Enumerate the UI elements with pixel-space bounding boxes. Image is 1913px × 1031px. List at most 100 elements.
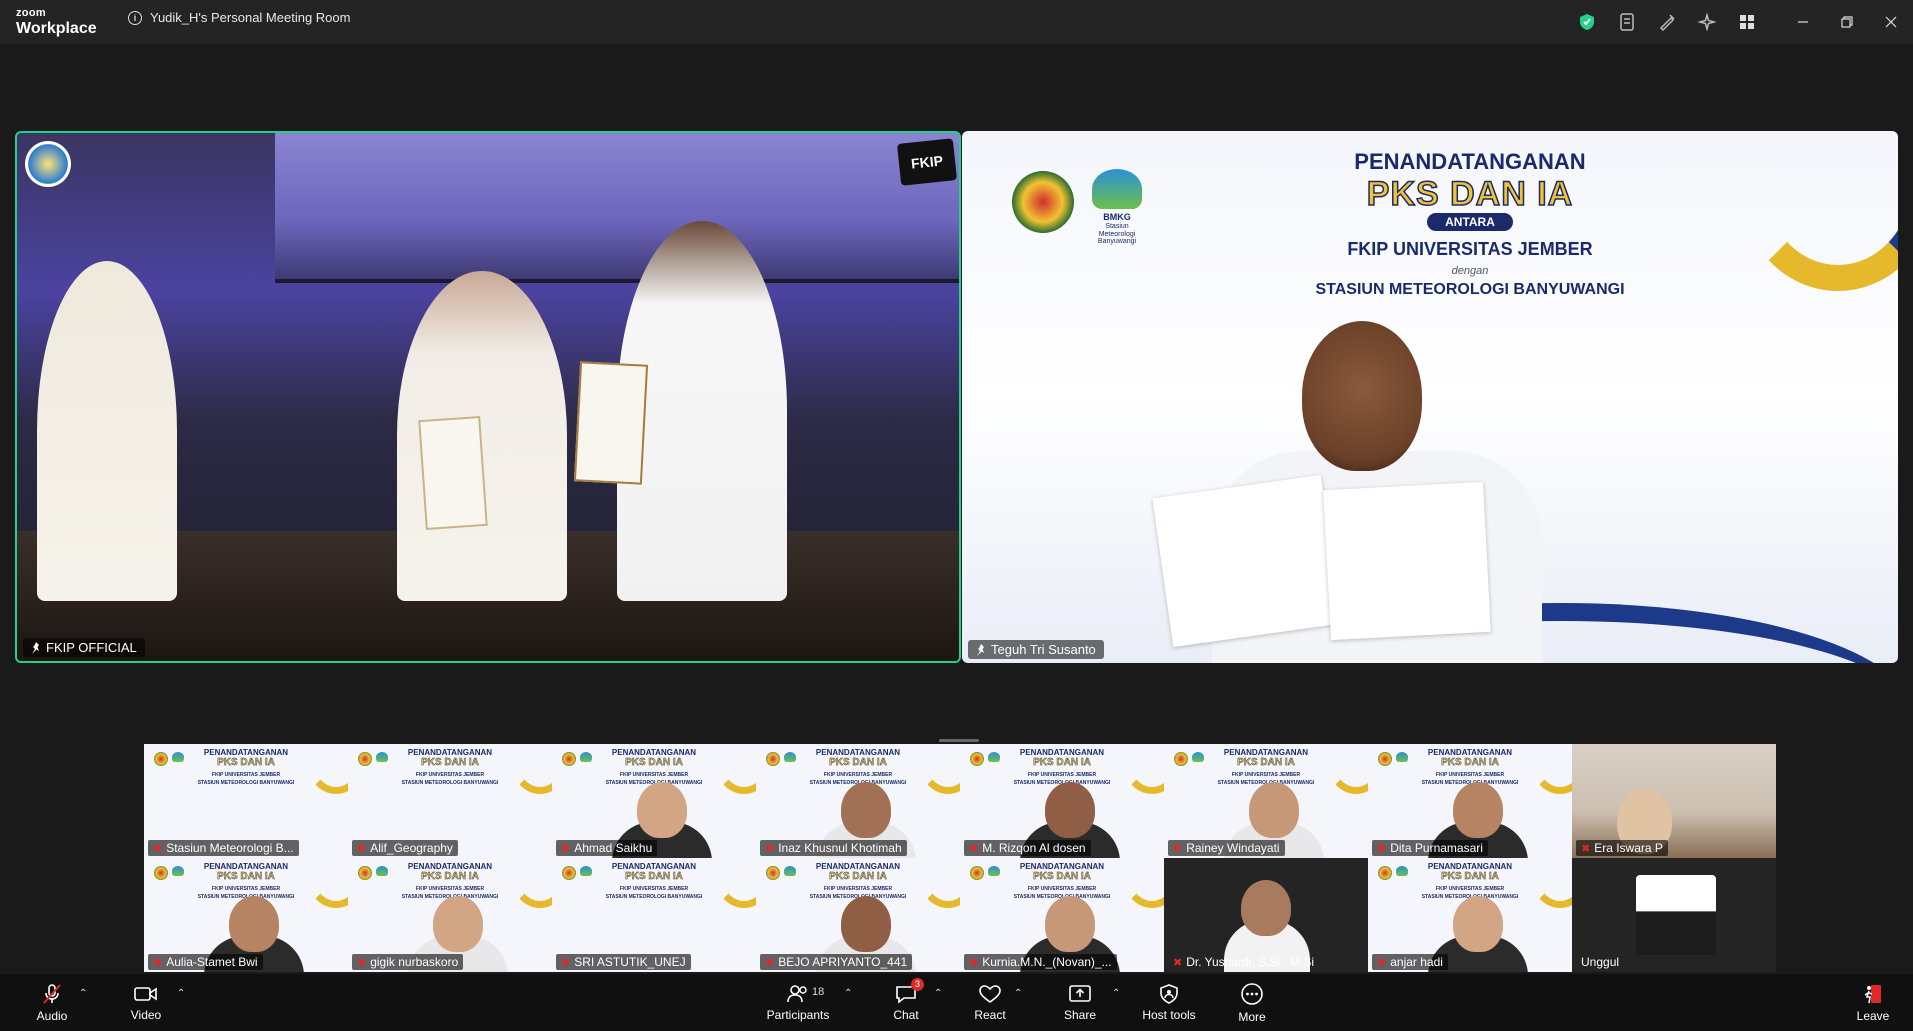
video-options-caret[interactable]: ⌃ — [177, 988, 185, 999]
audio-label: Audio — [36, 1008, 68, 1023]
participant-tile[interactable]: PENANDATANGANAN PKS DAN IA FKIP UNIVERSITA… — [1368, 744, 1572, 858]
participant-name: Dita Purnamasari — [1390, 841, 1483, 855]
chat-options-caret[interactable]: ⌃ — [934, 988, 942, 999]
participant-name: anjar hadi — [1390, 955, 1443, 969]
thumb-banner-title: PENANDATANGANAN — [203, 862, 289, 871]
strip-drag-handle[interactable] — [939, 739, 979, 742]
mic-muted-icon: ✖ — [1377, 842, 1387, 855]
ai-companion-icon[interactable] — [1687, 0, 1727, 44]
security-shield-icon[interactable] — [1567, 0, 1607, 44]
thumb-banner-title: PENANDATANGANAN — [407, 862, 493, 871]
participant-name: Kurnia.M.N._(Novan)_... — [982, 955, 1112, 969]
university-logo — [25, 141, 71, 187]
thumb-banner-pks: PKS DAN IA — [1441, 871, 1499, 882]
room-screen: FKIP — [275, 133, 959, 283]
leave-label: Leave — [1856, 1008, 1890, 1023]
mic-muted-icon: ✖ — [969, 956, 979, 969]
speaker-face — [1302, 321, 1422, 471]
participant-tile[interactable]: PENANDATANGANAN PKS DAN IA FKIP UNIVERSITA… — [960, 744, 1164, 858]
participant-face — [1241, 880, 1291, 936]
participant-face — [637, 782, 687, 838]
audio-button[interactable]: Audio — [34, 974, 70, 1031]
thumb-banner-title: PENANDATANGANAN — [1427, 748, 1513, 757]
participant-tile[interactable]: PENANDATANGANAN PKS DAN IA FKIP UNIVERSITA… — [552, 744, 756, 858]
participants-options-caret[interactable]: ⌃ — [844, 988, 852, 999]
thumb-banner-title: PENANDATANGANAN — [203, 748, 289, 757]
participants-label: Participants — [766, 1007, 830, 1022]
participant-tile[interactable]: PENANDATANGANAN PKS DAN IA FKIP UNIVERSITA… — [144, 744, 348, 858]
thumb-banner-title: PENANDATANGANAN — [407, 748, 493, 757]
thumb-banner-sub1: FKIP UNIVERSITAS JEMBER — [1435, 886, 1505, 892]
participant-name-tag: FKIP OFFICIAL — [23, 638, 145, 657]
participant-tile[interactable]: PENANDATANGANAN PKS DAN IA FKIP UNIVERSITA… — [960, 858, 1164, 972]
thumb-banner-title: PENANDATANGANAN — [815, 748, 901, 757]
participant-face — [841, 782, 891, 838]
video-tile-teguh-tri-susanto[interactable]: BMKG Stasiun Meteorologi Banyuwangi PENA… — [962, 131, 1898, 663]
meeting-toolbar: Audio ⌃ Video ⌃ Participants 18 ⌃ Chat 3… — [0, 974, 1913, 1031]
participants-button[interactable]: Participants — [762, 974, 834, 1031]
restore-button[interactable] — [1825, 0, 1869, 44]
react-button[interactable]: React — [972, 974, 1008, 1031]
thumb-banner-sub1: FKIP UNIVERSITAS JEMBER — [619, 886, 689, 892]
mic-muted-icon: ✖ — [153, 956, 163, 969]
thumb-banner-pks: PKS DAN IA — [217, 757, 275, 768]
participant-name-label: ✖ Dita Purnamasari — [1372, 840, 1488, 856]
banner-line6: STASIUN METEOROLOGI BANYUWANGI — [1315, 281, 1625, 298]
thumb-banner-pks: PKS DAN IA — [625, 871, 683, 882]
share-button[interactable]: Share — [1062, 974, 1098, 1031]
mic-muted-icon: ✖ — [1173, 956, 1183, 969]
meeting-stage: FKIP FKIP OFFICIAL BMKG Stasiun Meteorol… — [0, 44, 1913, 974]
participant-name-tag: Teguh Tri Susanto — [968, 640, 1104, 659]
annotate-icon[interactable] — [1647, 0, 1687, 44]
participant-tile[interactable]: PENANDATANGANAN PKS DAN IA FKIP UNIVERSITA… — [144, 858, 348, 972]
mic-muted-icon: ✖ — [1581, 842, 1591, 855]
meeting-info[interactable]: i Yudik_H's Personal Meeting Room — [128, 10, 350, 25]
participant-tile[interactable]: PENANDATANGANAN PKS DAN IA FKIP UNIVERSITA… — [1164, 744, 1368, 858]
minimize-button[interactable] — [1781, 0, 1825, 44]
notes-icon[interactable] — [1607, 0, 1647, 44]
thumb-banner-sub1: FKIP UNIVERSITAS JEMBER — [211, 772, 281, 778]
thumb-banner-sub1: FKIP UNIVERSITAS JEMBER — [211, 886, 281, 892]
participant-tile[interactable]: PENANDATANGANAN PKS DAN IA FKIP UNIVERSITA… — [756, 858, 960, 972]
more-button[interactable]: More — [1234, 974, 1270, 1031]
participant-tile[interactable]: PENANDATANGANAN PKS DAN IA FKIP UNIVERSITA… — [552, 858, 756, 972]
participant-name: gigik nurbaskoro — [370, 955, 459, 969]
audio-options-caret[interactable]: ⌃ — [79, 988, 87, 999]
view-grid-icon[interactable] — [1727, 0, 1767, 44]
thumb-banner-pks: PKS DAN IA — [1033, 757, 1091, 768]
participant-tile[interactable]: ✖ Era Iswara P — [1572, 744, 1776, 858]
mic-muted-icon: ✖ — [1377, 956, 1387, 969]
video-label: Video — [130, 1007, 162, 1022]
participant-name-label: ✖ M. Rizqon Al dosen — [964, 840, 1091, 856]
participant-name: Era Iswara P — [1594, 841, 1663, 855]
brand-small: zoom — [16, 7, 46, 19]
thumb-banner-sub1: FKIP UNIVERSITAS JEMBER — [1435, 772, 1505, 778]
participant-tile[interactable]: PENANDATANGANAN PKS DAN IA FKIP UNIVERSITA… — [756, 744, 960, 858]
react-options-caret[interactable]: ⌃ — [1014, 988, 1022, 999]
thumb-banner-sub1: FKIP UNIVERSITAS JEMBER — [1231, 772, 1301, 778]
video-tile-fkip-official[interactable]: FKIP FKIP OFFICIAL — [15, 131, 961, 663]
leave-button[interactable]: Leave — [1855, 974, 1891, 1031]
more-dots-icon — [1241, 982, 1263, 1005]
chat-button[interactable]: Chat 3 — [888, 974, 925, 1031]
share-options-caret[interactable]: ⌃ — [1112, 988, 1120, 999]
thumb-banner-pks: PKS DAN IA — [217, 871, 275, 882]
participant-tile[interactable]: PENANDATANGANAN PKS DAN IA FKIP UNIVERSITA… — [348, 858, 552, 972]
info-icon[interactable]: i — [128, 10, 142, 25]
participant-tile[interactable]: Unggul — [1572, 858, 1776, 972]
react-label: React — [974, 1007, 1006, 1022]
banner-line5: dengan — [1451, 265, 1489, 277]
participant-face — [841, 896, 891, 952]
participant-name-label: Unggul — [1576, 954, 1624, 970]
participant-tile[interactable]: PENANDATANGANAN PKS DAN IA FKIP UNIVERSITA… — [1368, 858, 1572, 972]
video-button[interactable]: Video — [126, 974, 166, 1031]
mic-muted-icon: ✖ — [357, 842, 367, 855]
participant-name: Unggul — [1581, 955, 1620, 969]
participant-tile[interactable]: ✖ Dr. Yushardi, S.Si., M.Si — [1164, 858, 1368, 972]
participant-face — [1249, 782, 1299, 838]
participant-tile[interactable]: PENANDATANGANAN PKS DAN IA FKIP UNIVERSITA… — [348, 744, 552, 858]
share-screen-icon — [1069, 984, 1091, 1002]
thumb-banner-sub1: FKIP UNIVERSITAS JEMBER — [1027, 886, 1097, 892]
host-tools-button[interactable]: Host tools — [1140, 974, 1198, 1031]
close-button[interactable] — [1869, 0, 1913, 44]
